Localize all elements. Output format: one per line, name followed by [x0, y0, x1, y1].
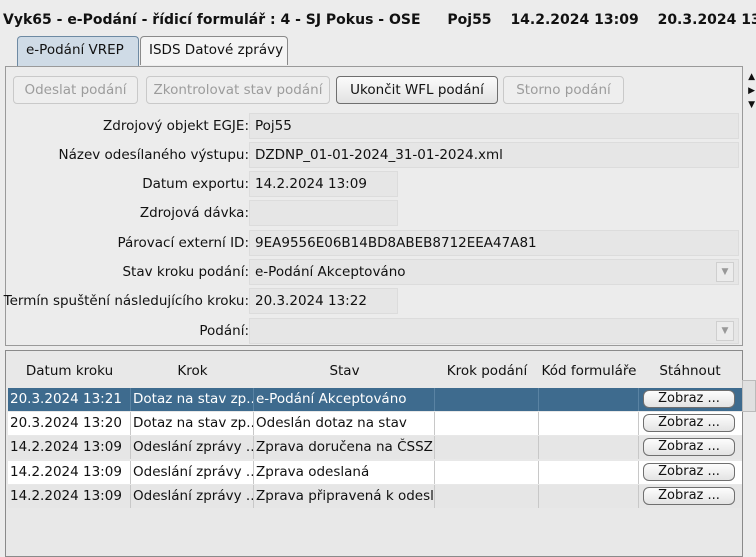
output-name-label: Název odesílaného výstupu: — [58, 147, 250, 163]
cell-state: Odeslán dotaz na stav — [254, 412, 435, 435]
chevron-down-icon[interactable]: ▼ — [748, 100, 755, 110]
window-title-code: Poj55 — [447, 12, 492, 28]
cell-state: Zprava odeslaná — [254, 461, 435, 484]
end-wfl-filing-button[interactable]: Ukončit WFL podání — [336, 76, 498, 104]
cell-step-date: 14.2.2024 13:09 — [8, 461, 131, 484]
chevron-down-icon[interactable]: ▼ — [716, 262, 734, 282]
cell-filing-step — [435, 412, 539, 435]
cell-step: Dotaz na stav zp... — [131, 388, 254, 411]
cancel-filing-button[interactable]: Storno podání — [503, 76, 624, 104]
column-header-filing-step[interactable]: Krok podání — [435, 351, 539, 385]
show-download-button[interactable]: Zobraz ... — [643, 463, 735, 481]
export-date-field[interactable]: 14.2.2024 13:09 — [249, 171, 398, 197]
column-header-state[interactable]: Stav — [254, 351, 435, 385]
table-row[interactable]: 14.2.2024 13:09 Odeslání zprávy ... Zpra… — [8, 485, 742, 508]
check-filing-state-button[interactable]: Zkontrolovat stav podání — [146, 76, 330, 104]
cell-filing-step — [435, 388, 539, 411]
table-header: Datum kroku Krok Stav Krok podání Kód fo… — [6, 351, 742, 385]
cell-step-date: 14.2.2024 13:09 — [8, 485, 131, 508]
table-row[interactable]: 20.3.2024 13:20 Dotaz na stav zp... Odes… — [8, 412, 742, 435]
show-download-button[interactable]: Zobraz ... — [643, 390, 735, 408]
send-filing-button[interactable]: Odeslat podání — [13, 76, 138, 104]
filing-detail-panel: Odeslat podání Zkontrolovat stav podání … — [3, 66, 743, 346]
source-batch-label: Zdrojová dávka: — [139, 205, 249, 221]
cell-state: e-Podání Akceptováno — [254, 388, 435, 411]
chevron-up-icon[interactable]: ▲ — [748, 72, 755, 82]
source-object-field[interactable]: Poj55 — [249, 113, 739, 139]
column-header-form-code[interactable]: Kód formuláře — [539, 351, 639, 385]
filing-steps-table: Datum kroku Krok Stav Krok podání Kód fo… — [5, 350, 743, 557]
table-row[interactable]: 14.2.2024 13:09 Odeslání zprávy ... Zpra… — [8, 461, 742, 484]
filing-step-state-value: e-Podání Akceptováno — [255, 264, 406, 280]
window-title: Vyk65 - e-Podání - řídicí formulář : 4 -… — [3, 12, 421, 28]
pairing-id-field[interactable]: 9EA9556E06B14BD8ABEB8712EEA47A81 — [249, 230, 739, 256]
cell-step: Odeslání zprávy ... — [131, 485, 254, 508]
chevron-down-icon[interactable]: ▼ — [716, 321, 734, 341]
export-date-label: Datum exportu: — [142, 176, 249, 192]
cell-form-code — [539, 461, 639, 484]
cell-step-date: 14.2.2024 13:09 — [8, 436, 131, 459]
cell-filing-step — [435, 485, 539, 508]
cell-form-code — [539, 412, 639, 435]
window-title-date-created: 14.2.2024 13:09 — [510, 12, 639, 28]
cell-step: Dotaz na stav zp... — [131, 412, 254, 435]
source-object-label: Zdrojový objekt EGJE: — [103, 118, 249, 134]
scrollbar-thumb[interactable] — [742, 380, 756, 412]
cell-form-code — [539, 436, 639, 459]
filing-step-state-label: Stav kroku podání: — [122, 264, 249, 280]
next-step-start-field[interactable]: 20.3.2024 13:22 — [249, 288, 398, 314]
pairing-id-label: Párovací externí ID: — [117, 235, 249, 251]
cell-step: Odeslání zprávy ... — [131, 436, 254, 459]
tab-e-podani-vrep[interactable]: e-Podání VREP — [17, 36, 139, 66]
tab-isds-datove-zpravy[interactable]: ISDS Datové zprávy — [140, 36, 288, 65]
table-row[interactable]: 20.3.2024 13:21 Dotaz na stav zp... e-Po… — [8, 388, 742, 411]
cell-state: Zprava připravená k odesl... — [254, 485, 435, 508]
window-title-date-updated: 20.3.2024 13:21 — [657, 12, 756, 28]
cell-form-code — [539, 485, 639, 508]
filing-step-state-select[interactable]: e-Podání Akceptováno ▼ — [249, 259, 739, 285]
show-download-button[interactable]: Zobraz ... — [643, 414, 735, 432]
column-header-download[interactable]: Stáhnout — [639, 351, 741, 385]
source-batch-field[interactable] — [249, 200, 398, 226]
window-title-bar: Vyk65 - e-Podání - řídicí formulář : 4 -… — [0, 0, 756, 40]
output-name-field[interactable]: DZDNP_01-01-2024_31-01-2024.xml — [249, 142, 739, 168]
column-header-step-date[interactable]: Datum kroku — [8, 351, 131, 385]
filing-select[interactable]: ▼ — [249, 318, 739, 344]
cell-step-date: 20.3.2024 13:20 — [8, 412, 131, 435]
cell-filing-step — [435, 461, 539, 484]
next-step-start-label: Termín spuštění následujícího kroku: — [3, 293, 249, 309]
cell-filing-step — [435, 436, 539, 459]
cell-step-date: 20.3.2024 13:21 — [8, 388, 131, 411]
table-row[interactable]: 14.2.2024 13:09 Odeslání zprávy ... Zpra… — [8, 436, 742, 459]
column-header-step[interactable]: Krok — [131, 351, 254, 385]
chevron-right-icon[interactable]: ▶ — [748, 86, 755, 96]
show-download-button[interactable]: Zobraz ... — [643, 487, 735, 505]
cell-step: Odeslání zprávy ... — [131, 461, 254, 484]
show-download-button[interactable]: Zobraz ... — [643, 438, 735, 456]
cell-form-code — [539, 388, 639, 411]
filing-label: Podání: — [199, 323, 249, 339]
cell-state: Zprava doručena na ČSSZ — [254, 436, 435, 459]
